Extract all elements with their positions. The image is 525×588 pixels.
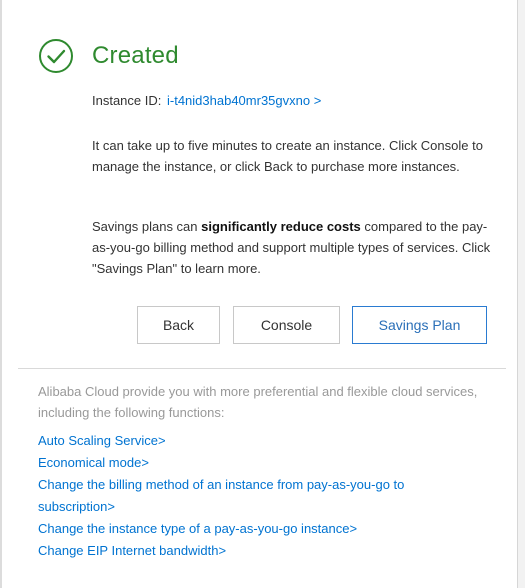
instance-id-row: Instance ID: i-t4nid3hab40mr35gvxno > xyxy=(92,93,321,108)
instance-id-label: Instance ID: xyxy=(92,93,162,108)
back-button[interactable]: Back xyxy=(137,306,220,344)
divider xyxy=(18,368,506,369)
check-circle-icon xyxy=(39,39,73,73)
list-item: Change EIP Internet bandwidth> xyxy=(38,540,478,562)
change-eip-bandwidth-link[interactable]: Change EIP Internet bandwidth> xyxy=(38,543,226,558)
dialog-header: Created xyxy=(38,38,179,74)
savings-text-bold: significantly reduce costs xyxy=(201,219,361,234)
service-links-list: Auto Scaling Service> Economical mode> C… xyxy=(38,430,478,562)
change-billing-method-link[interactable]: Change the billing method of an instance… xyxy=(38,477,404,514)
savings-paragraph: Savings plans can significantly reduce c… xyxy=(92,216,492,279)
savings-text-start: Savings plans can xyxy=(92,219,202,234)
savings-plan-button[interactable]: Savings Plan xyxy=(352,306,487,344)
economical-mode-link[interactable]: Economical mode> xyxy=(38,455,149,470)
info-paragraph: It can take up to five minutes to create… xyxy=(92,138,483,174)
console-button[interactable]: Console xyxy=(233,306,340,344)
list-item: Change the instance type of a pay-as-you… xyxy=(38,518,478,540)
created-dialog: Created Instance ID: i-t4nid3hab40mr35gv… xyxy=(2,0,517,588)
list-item: Auto Scaling Service> xyxy=(38,430,478,452)
list-item: Change the billing method of an instance… xyxy=(38,474,478,518)
dialog-title: Created xyxy=(92,42,179,69)
more-services-text: Alibaba Cloud provide you with more pref… xyxy=(38,384,478,420)
list-item: Economical mode> xyxy=(38,452,478,474)
screen: Created Instance ID: i-t4nid3hab40mr35gv… xyxy=(0,0,525,588)
background-edge-right xyxy=(517,0,525,588)
change-instance-type-link[interactable]: Change the instance type of a pay-as-you… xyxy=(38,521,357,536)
instance-id-link[interactable]: i-t4nid3hab40mr35gvxno > xyxy=(167,93,321,108)
auto-scaling-link[interactable]: Auto Scaling Service> xyxy=(38,433,166,448)
